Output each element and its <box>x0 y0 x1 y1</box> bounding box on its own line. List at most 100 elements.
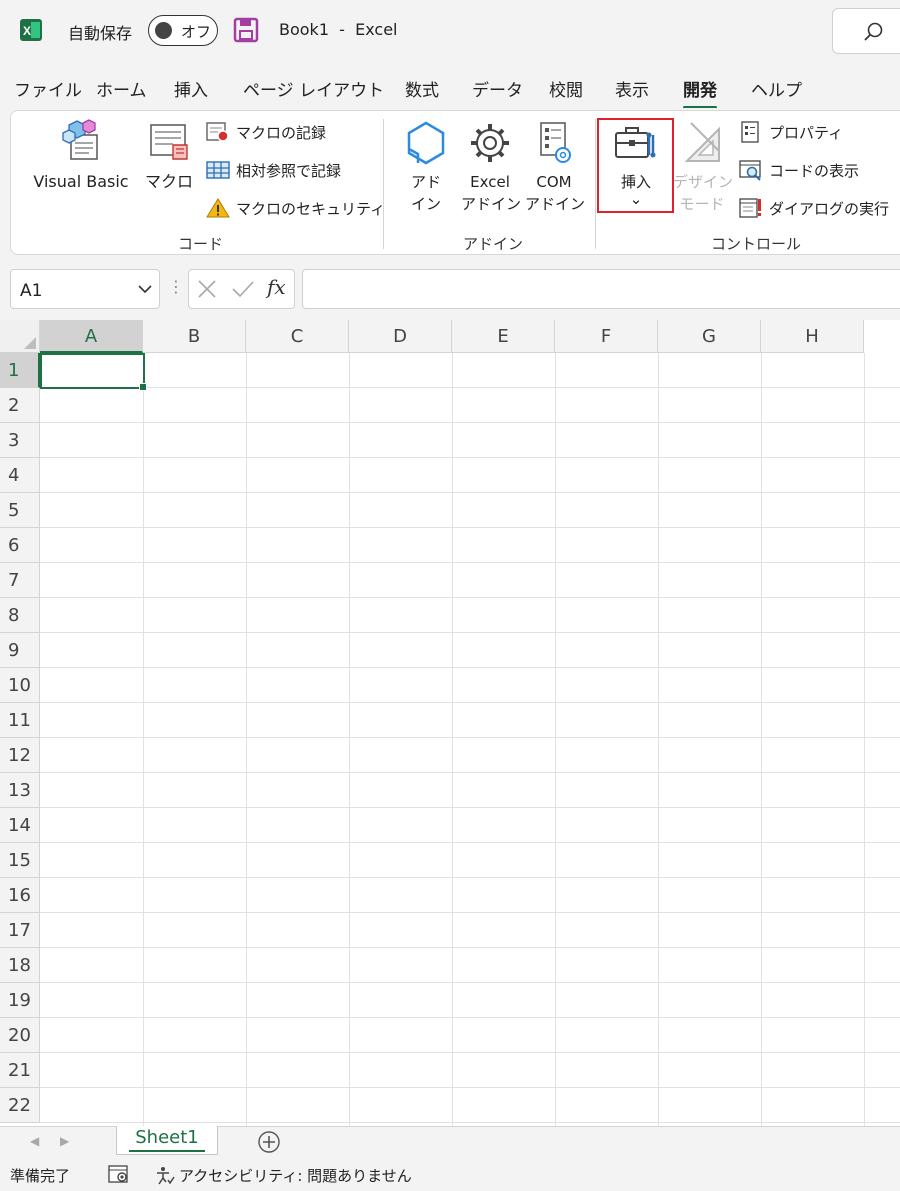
tab-insert[interactable]: 挿入 <box>174 76 208 101</box>
enter-check-icon[interactable] <box>231 279 255 299</box>
tab-page-layout[interactable]: ページ レイアウト <box>243 76 384 101</box>
search-button[interactable] <box>832 8 900 54</box>
tab-help[interactable]: ヘルプ <box>751 76 802 101</box>
gridline <box>658 353 659 1126</box>
properties-icon <box>741 121 759 143</box>
com-addins-button[interactable]: COM アドイン <box>525 119 585 215</box>
macro-recording-icon[interactable] <box>108 1164 132 1184</box>
design-mode-button[interactable]: デザイン モード <box>673 119 734 215</box>
gridline <box>40 422 900 423</box>
properties-button[interactable]: プロパティ <box>739 121 843 143</box>
excel-addins-button[interactable]: Excel アドイン <box>461 119 522 215</box>
select-all-button[interactable] <box>0 320 40 353</box>
row-header-15[interactable]: 15 <box>0 843 40 878</box>
name-box[interactable]: A1 <box>10 269 160 309</box>
macro-security-button[interactable]: マクロのセキュリティ <box>206 197 385 219</box>
row-header-12[interactable]: 12 <box>0 738 40 773</box>
gridline <box>40 772 900 773</box>
row-header-9[interactable]: 9 <box>0 633 40 668</box>
insert-control-button[interactable]: 挿入 ⌄ <box>603 121 669 208</box>
run-dialog-button[interactable]: ダイアログの実行 <box>739 197 889 219</box>
row-header-5[interactable]: 5 <box>0 493 40 528</box>
hexagon-addin-icon <box>407 121 445 165</box>
row-header-7[interactable]: 7 <box>0 563 40 598</box>
gridline <box>40 807 900 808</box>
gridline <box>40 1087 900 1088</box>
gridline <box>40 562 900 563</box>
tab-file[interactable]: ファイル <box>14 76 82 101</box>
row-header-17[interactable]: 17 <box>0 913 40 948</box>
tab-formulas[interactable]: 数式 <box>405 76 439 101</box>
row-header-4[interactable]: 4 <box>0 458 40 493</box>
column-header-b[interactable]: B <box>143 320 246 353</box>
chevron-down-icon: ⌄ <box>629 190 643 208</box>
macro-icon <box>150 124 188 160</box>
gridline <box>452 353 453 1126</box>
column-header-f[interactable]: F <box>555 320 658 353</box>
column-header-a[interactable]: A <box>40 320 143 353</box>
gridline <box>246 353 247 1126</box>
column-header-e[interactable]: E <box>452 320 555 353</box>
macro-button[interactable]: マクロ <box>139 119 199 193</box>
cancel-icon[interactable] <box>197 279 217 299</box>
add-sheet-icon[interactable] <box>257 1130 281 1154</box>
gridline <box>40 1017 900 1018</box>
accessibility-status[interactable]: アクセシビリティ: 問題ありません <box>155 1165 412 1186</box>
relative-reference-button[interactable]: 相対参照で記録 <box>206 159 341 181</box>
record-macro-button[interactable]: マクロの記録 <box>206 121 326 143</box>
column-header-g[interactable]: G <box>658 320 761 353</box>
design-mode-label-1: デザイン <box>673 173 734 191</box>
formula-input[interactable] <box>302 269 900 309</box>
visual-basic-button[interactable]: Visual Basic <box>29 119 133 193</box>
visual-basic-label: Visual Basic <box>33 172 129 191</box>
formula-bar-grip-icon[interactable]: ⋮ <box>168 277 184 296</box>
selected-cell[interactable] <box>40 353 147 391</box>
row-header-13[interactable]: 13 <box>0 773 40 808</box>
row-header-22[interactable]: 22 <box>0 1088 40 1123</box>
autosave-toggle[interactable]: オフ <box>148 15 218 46</box>
row-header-8[interactable]: 8 <box>0 598 40 633</box>
excel-addins-label-1: Excel <box>470 173 510 191</box>
tab-data[interactable]: データ <box>472 76 523 101</box>
save-icon[interactable] <box>233 17 259 43</box>
row-header-20[interactable]: 20 <box>0 1018 40 1053</box>
row-header-1[interactable]: 1 <box>0 353 40 388</box>
row-header-11[interactable]: 11 <box>0 703 40 738</box>
view-code-button[interactable]: コードの表示 <box>739 159 859 181</box>
row-header-6[interactable]: 6 <box>0 528 40 563</box>
scroll-right-icon[interactable]: ▶ <box>60 1134 69 1148</box>
record-macro-icon <box>206 122 229 142</box>
scroll-left-icon[interactable]: ◀ <box>30 1134 39 1148</box>
row-header-19[interactable]: 19 <box>0 983 40 1018</box>
tab-home[interactable]: ホーム <box>96 76 147 101</box>
visual-basic-icon <box>62 119 98 160</box>
column-header-c[interactable]: C <box>246 320 349 353</box>
group-label-addins: アドイン <box>463 235 524 253</box>
row-header-3[interactable]: 3 <box>0 423 40 458</box>
tab-view[interactable]: 表示 <box>615 76 649 101</box>
title-bar: X 自動保存 オフ Book1 - Excel <box>0 0 900 62</box>
row-header-21[interactable]: 21 <box>0 1053 40 1088</box>
ribbon-panel: Visual Basic マクロ マクロの記録 相対参照で記録 マクロのセキュリ… <box>10 110 900 255</box>
column-header-h[interactable]: H <box>761 320 864 353</box>
gridline <box>40 982 900 983</box>
tab-developer[interactable]: 開発 <box>683 76 717 109</box>
insert-function-button[interactable]: fx <box>267 275 286 299</box>
row-header-16[interactable]: 16 <box>0 878 40 913</box>
row-header-2[interactable]: 2 <box>0 388 40 423</box>
gridline <box>40 842 900 843</box>
chevron-down-icon[interactable] <box>138 284 152 294</box>
addins-label-2: イン <box>410 195 441 213</box>
row-header-10[interactable]: 10 <box>0 668 40 703</box>
row-header-18[interactable]: 18 <box>0 948 40 983</box>
addins-button[interactable]: アド イン <box>401 119 451 215</box>
gridline <box>40 1122 900 1123</box>
excel-addins-label-2: アドイン <box>461 195 522 213</box>
autosave-state: オフ <box>181 23 212 41</box>
row-header-14[interactable]: 14 <box>0 808 40 843</box>
sheet-tab-sheet1[interactable]: Sheet1 <box>116 1126 218 1155</box>
column-header-d[interactable]: D <box>349 320 452 353</box>
tab-review[interactable]: 校閲 <box>549 76 583 101</box>
status-ready: 準備完了 <box>10 1167 71 1185</box>
worksheet-grid[interactable]: A B C D E F G H 1 2 3 4 5 6 7 8 9 10 11 12 13 14 15 16 17 18 19 20 2… <box>0 320 900 1126</box>
